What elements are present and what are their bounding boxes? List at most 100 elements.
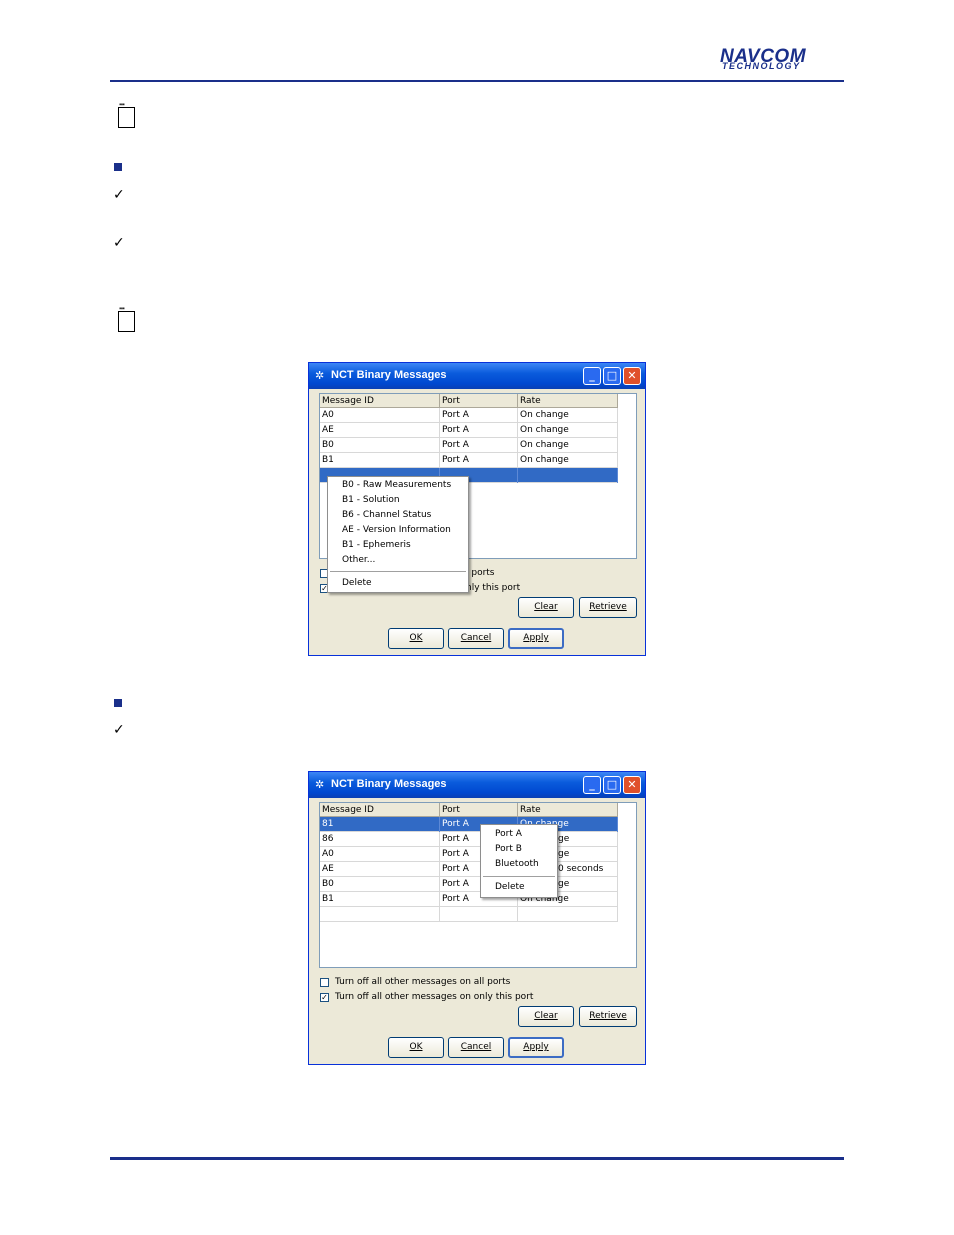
clear-button-label: Clear — [534, 1011, 558, 1021]
retrieve-button-label: Retrieve — [589, 1011, 627, 1021]
table-row-selected[interactable]: 81 Port A On change — [320, 817, 618, 832]
table-row[interactable]: B0 Port A ge — [320, 877, 618, 892]
rate-cell: On change — [518, 408, 618, 423]
message-id-cell: 86 — [320, 832, 440, 847]
menu-item-b1-ephemeris[interactable]: B1 - Ephemeris — [342, 540, 411, 551]
menu-item-port-b[interactable]: Port B — [495, 844, 522, 855]
table-row[interactable]: A0 Port A On change — [320, 408, 618, 423]
table-row[interactable]: B1 Port A On change — [320, 892, 618, 907]
message-list[interactable]: Message ID Port Rate 81 Port A On change… — [319, 802, 637, 968]
square-bullet-icon — [114, 699, 122, 707]
title-bar[interactable]: ✲ NCT Binary Messages _ □ ✕ — [309, 363, 645, 389]
menu-item-b1-solution[interactable]: B1 - Solution — [342, 495, 400, 506]
menu-separator — [330, 571, 466, 572]
header-rule — [110, 80, 844, 82]
column-header-message-id[interactable]: Message ID — [320, 394, 440, 408]
checkmark-icon: ✓ — [113, 235, 125, 251]
clear-button-label: Clear — [534, 602, 558, 612]
turn-off-this-port-label: nly this port — [466, 583, 521, 593]
message-id-cell: 81 — [320, 817, 440, 832]
ok-button-label: OK — [409, 1042, 423, 1052]
maximize-button[interactable]: □ — [603, 367, 621, 385]
cancel-button[interactable]: Cancel — [448, 628, 504, 649]
square-bullet-icon — [114, 163, 122, 171]
clear-button[interactable]: Clear — [518, 1006, 574, 1027]
note-icon: '''''' — [117, 308, 135, 332]
turn-off-all-ports-label: Turn off all other messages on all ports — [335, 977, 511, 987]
menu-item-other[interactable]: Other... — [342, 555, 375, 566]
ok-button-label: OK — [409, 633, 423, 643]
message-id-cell: A0 — [320, 847, 440, 862]
cancel-button[interactable]: Cancel — [448, 1037, 504, 1058]
menu-item-port-a[interactable]: Port A — [495, 829, 522, 840]
apply-button-label: Apply — [523, 1042, 549, 1052]
apply-button[interactable]: Apply — [508, 1037, 564, 1058]
minimize-button[interactable]: _ — [583, 367, 601, 385]
port-context-menu: Port A Port B Bluetooth Delete — [480, 824, 558, 898]
close-button[interactable]: ✕ — [623, 776, 641, 794]
close-button[interactable]: ✕ — [623, 367, 641, 385]
dialog-title: NCT Binary Messages — [331, 778, 447, 790]
column-header-port[interactable]: Port — [440, 803, 518, 817]
table-row[interactable]: AE Port A On change — [320, 423, 618, 438]
cancel-button-label: Cancel — [460, 1042, 492, 1052]
table-row[interactable] — [320, 907, 618, 922]
port-cell — [440, 907, 518, 922]
retrieve-button-label: Retrieve — [589, 602, 627, 612]
column-header-rate[interactable]: Rate — [518, 394, 618, 408]
message-id-cell: A0 — [320, 408, 440, 423]
menu-item-delete[interactable]: Delete — [342, 578, 372, 589]
menu-item-ae-version-information[interactable]: AE - Version Information — [342, 525, 451, 536]
table-row[interactable]: AE Port A 0 seconds — [320, 862, 618, 877]
footer-rule — [110, 1157, 844, 1160]
table-row[interactable]: B1 Port A On change — [320, 453, 618, 468]
port-cell: Port A — [440, 438, 518, 453]
message-id-cell: B0 — [320, 877, 440, 892]
apply-button-label: Apply — [523, 633, 549, 643]
rate-cell: On change — [518, 438, 618, 453]
rate-cell — [518, 468, 618, 483]
clear-button[interactable]: Clear — [518, 597, 574, 618]
menu-item-delete[interactable]: Delete — [495, 882, 525, 893]
rate-cell: On change — [518, 423, 618, 438]
port-cell: Port A — [440, 423, 518, 438]
maximize-button[interactable]: □ — [603, 776, 621, 794]
rate-cell — [518, 907, 618, 922]
column-header-port[interactable]: Port — [440, 394, 518, 408]
nct-binary-messages-dialog-2: ✲ NCT Binary Messages _ □ ✕ Message ID P… — [308, 771, 646, 1065]
rate-cell: On change — [518, 453, 618, 468]
turn-off-this-port-label: Turn off all other messages on only this… — [335, 992, 534, 1002]
message-id-cell: B1 — [320, 892, 440, 907]
dialog-title: NCT Binary Messages — [331, 369, 447, 381]
menu-separator — [483, 876, 555, 877]
message-id-cell: B0 — [320, 438, 440, 453]
cancel-button-label: Cancel — [460, 633, 492, 643]
message-id-cell — [320, 907, 440, 922]
table-row[interactable]: B0 Port A On change — [320, 438, 618, 453]
app-icon: ✲ — [315, 369, 325, 382]
message-id-cell: AE — [320, 423, 440, 438]
menu-item-b0-raw-measurements[interactable]: B0 - Raw Measurements — [342, 480, 451, 491]
apply-button[interactable]: Apply — [508, 628, 564, 649]
ok-button[interactable]: OK — [388, 1037, 444, 1058]
note-icon: '''''' — [117, 104, 135, 128]
title-bar[interactable]: ✲ NCT Binary Messages _ □ ✕ — [309, 772, 645, 798]
logo-sub-text: TECHNOLOGY — [722, 61, 801, 71]
column-header-rate[interactable]: Rate — [518, 803, 618, 817]
retrieve-button[interactable]: Retrieve — [579, 1006, 637, 1027]
turn-off-this-port-checkbox[interactable]: ✓ — [320, 993, 329, 1002]
turn-off-all-ports-checkbox[interactable] — [320, 978, 329, 987]
menu-item-bluetooth[interactable]: Bluetooth — [495, 859, 539, 870]
column-header-message-id[interactable]: Message ID — [320, 803, 440, 817]
port-cell: Port A — [440, 453, 518, 468]
checkmark-icon: ✓ — [113, 722, 125, 738]
table-row[interactable]: A0 Port A ge — [320, 847, 618, 862]
retrieve-button[interactable]: Retrieve — [579, 597, 637, 618]
port-cell: Port A — [440, 408, 518, 423]
ok-button[interactable]: OK — [388, 628, 444, 649]
table-row[interactable]: 86 Port A ge — [320, 832, 618, 847]
checkmark-icon: ✓ — [113, 187, 125, 203]
minimize-button[interactable]: _ — [583, 776, 601, 794]
message-id-cell: AE — [320, 862, 440, 877]
menu-item-b6-channel-status[interactable]: B6 - Channel Status — [342, 510, 431, 521]
